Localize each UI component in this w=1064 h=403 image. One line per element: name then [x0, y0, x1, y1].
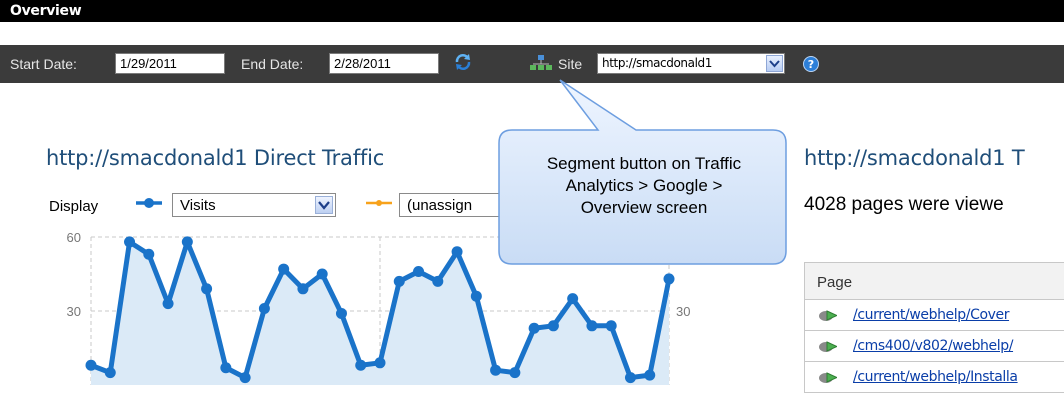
callout-text: Segment button on Traffic Analytics > Go…: [502, 153, 786, 219]
data-point: [547, 320, 559, 332]
callout-line: Segment button on Traffic: [546, 154, 742, 173]
table-row[interactable]: /current/webhelp/Installa: [804, 362, 1064, 393]
y-tick-label: 60: [67, 230, 81, 245]
table-row[interactable]: /current/webhelp/Cover: [804, 300, 1064, 331]
data-point: [586, 320, 598, 332]
data-point: [220, 362, 232, 374]
segment-arrow-icon[interactable]: [819, 340, 837, 353]
data-point: [393, 275, 405, 287]
data-point: [470, 290, 482, 302]
callout-line: Analytics > Google >: [565, 176, 723, 195]
y-tick-label-right: 30: [676, 304, 690, 319]
callout-line: Overview screen: [580, 198, 708, 217]
segment-arrow-icon[interactable]: [819, 309, 837, 322]
right-panel-title: http://smacdonald1 T: [804, 146, 1025, 170]
table-header[interactable]: Page: [804, 262, 1064, 300]
data-point: [104, 367, 116, 379]
data-point: [663, 273, 675, 285]
data-point: [644, 369, 656, 381]
data-point: [624, 372, 636, 384]
data-point: [162, 298, 174, 310]
data-point: [567, 293, 579, 305]
data-point: [509, 367, 521, 379]
data-point: [258, 303, 270, 315]
data-point: [143, 248, 155, 260]
data-point: [374, 357, 386, 369]
pages-summary: 4028 pages were viewe: [804, 194, 1004, 215]
data-point: [605, 320, 617, 332]
data-point: [451, 246, 463, 258]
data-point: [297, 283, 309, 295]
y-tick-label: 30: [67, 304, 81, 319]
data-point: [201, 283, 213, 295]
table-row[interactable]: /cms400/v802/webhelp/: [804, 331, 1064, 362]
data-point: [239, 372, 251, 384]
data-point: [335, 307, 347, 319]
data-point: [432, 275, 444, 287]
data-point: [85, 359, 97, 371]
data-point: [490, 364, 502, 376]
data-point: [355, 359, 367, 371]
data-point: [124, 236, 136, 248]
pages-table: Page /current/webhelp/Cover /cms400/v802…: [804, 262, 1064, 403]
page-link[interactable]: /cms400/v802/webhelp/: [853, 338, 1013, 354]
page-link[interactable]: /current/webhelp/Cover: [853, 307, 1009, 323]
data-point: [278, 263, 290, 275]
segment-arrow-icon[interactable]: [819, 371, 837, 384]
data-point: [181, 236, 193, 248]
data-point: [413, 266, 425, 278]
data-point: [316, 268, 328, 280]
column-header-page: Page: [817, 274, 853, 291]
data-point: [528, 322, 540, 334]
page-link[interactable]: /current/webhelp/Installa: [853, 369, 1018, 385]
